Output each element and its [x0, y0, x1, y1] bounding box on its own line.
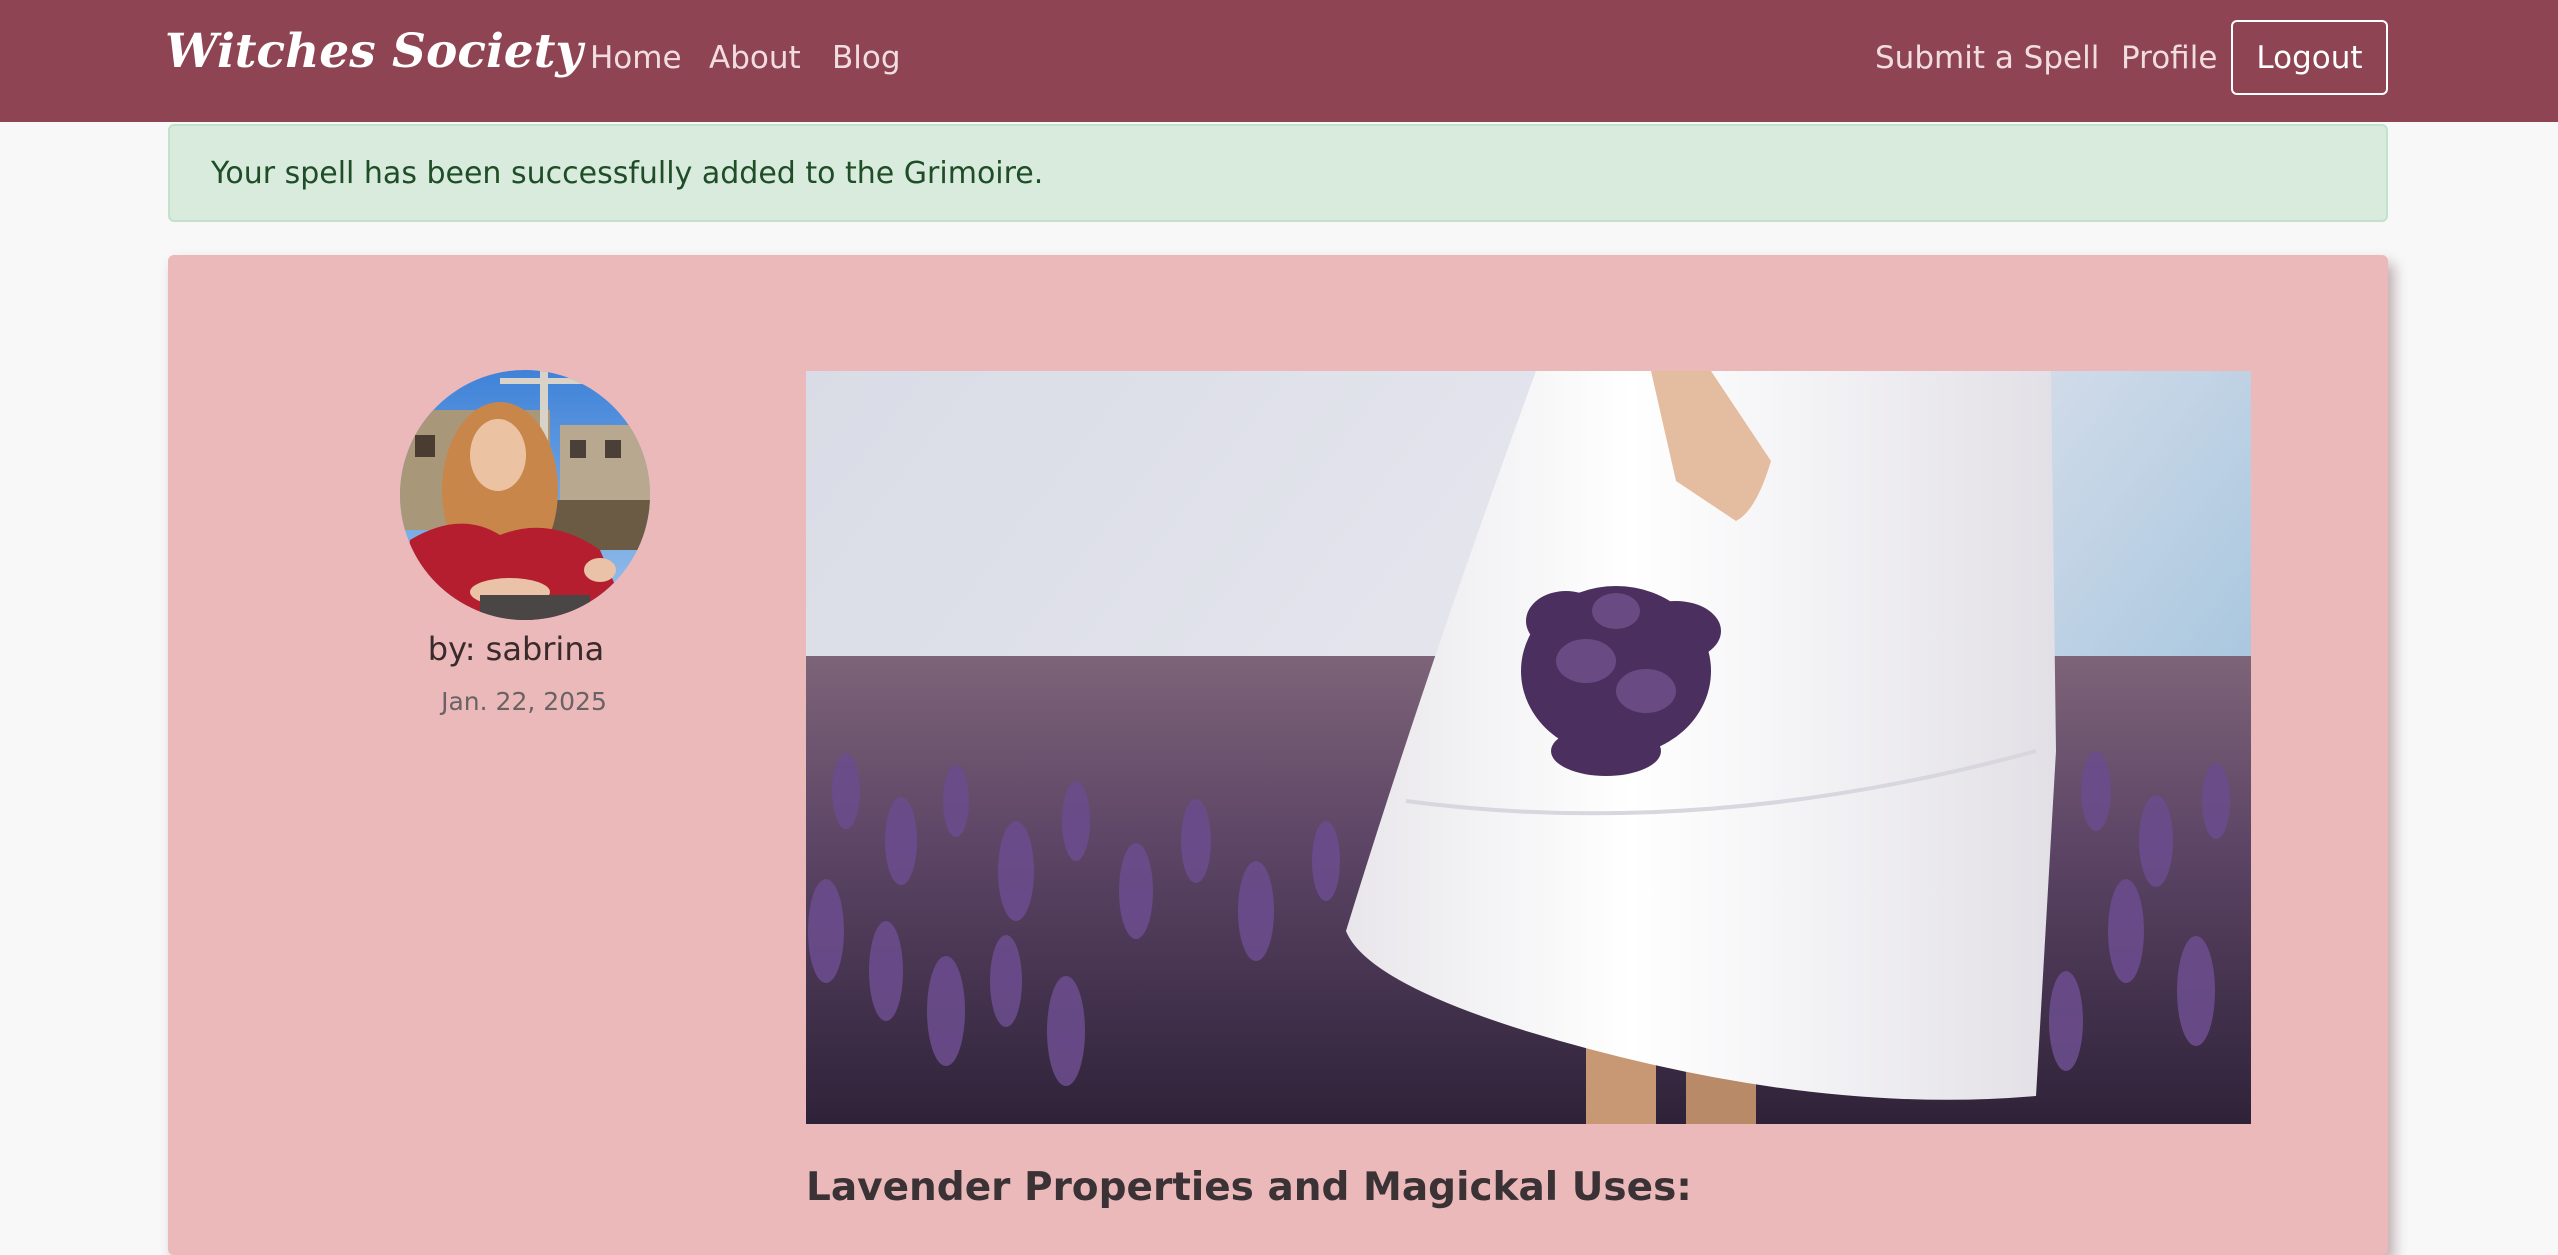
brand-logo[interactable]: Witches Society — [165, 24, 583, 79]
logout-button[interactable]: Logout — [2231, 20, 2388, 95]
post-author[interactable]: by: sabrina — [336, 630, 696, 668]
nav-link-blog[interactable]: Blog — [832, 40, 901, 76]
post-date: Jan. 22, 2025 — [441, 687, 607, 716]
top-navbar: Witches Society Home About Blog Submit a… — [0, 0, 2558, 122]
post-card: by: sabrina Jan. 22, 2025 Lavender Prope… — [168, 255, 2388, 1255]
post-hero-image — [806, 371, 2251, 1124]
success-alert: Your spell has been successfully added t… — [168, 124, 2388, 222]
author-avatar[interactable] — [400, 370, 650, 620]
post-title: Lavender Properties and Magickal Uses: — [806, 1165, 1692, 1210]
nav-link-profile[interactable]: Profile — [2121, 40, 2217, 76]
nav-link-about[interactable]: About — [709, 40, 801, 76]
nav-link-home[interactable]: Home — [590, 40, 682, 76]
alert-message: Your spell has been successfully added t… — [211, 155, 1044, 191]
nav-link-submit-spell[interactable]: Submit a Spell — [1875, 40, 2099, 76]
